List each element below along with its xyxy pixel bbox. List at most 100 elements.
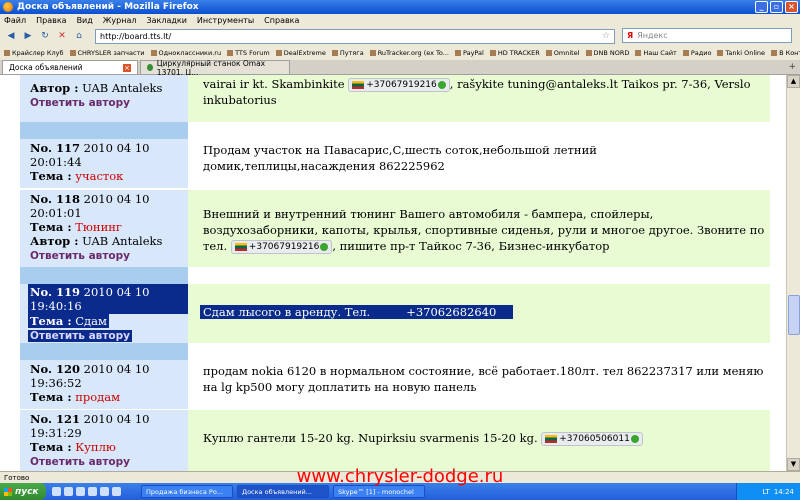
separator [20, 122, 188, 139]
stop-icon[interactable]: ✕ [55, 29, 69, 43]
topic-value: Тюнинг [75, 220, 122, 234]
window-title: Доска объявлений - Mozilla Firefox [17, 2, 199, 12]
firefox-icon [3, 2, 13, 12]
topic-value: продам [75, 390, 121, 404]
bookmark-icon [150, 50, 157, 56]
phone-number[interactable]: +37062682640 [406, 305, 496, 319]
author-label: Автор : [30, 81, 79, 95]
back-icon[interactable]: ◀ [4, 29, 18, 43]
quicklaunch-icon[interactable] [52, 487, 61, 496]
bookmark-item[interactable]: Крайслер Клуб [4, 49, 64, 57]
topic-value: участок [75, 169, 124, 183]
post-number: No. 117 [30, 141, 80, 155]
menu-help[interactable]: Справка [264, 16, 299, 25]
bookmark-item[interactable]: Одноклассники.ru [150, 49, 221, 57]
bookmark-item[interactable]: PayPal [454, 49, 484, 57]
post-meta: No. 120 2010 04 10 19:36:52 Тема : прода… [20, 360, 188, 409]
bookmark-item[interactable]: Путяга [331, 49, 364, 57]
menu-view[interactable]: Вид [77, 16, 93, 25]
yandex-logo-icon: Я [627, 31, 634, 40]
reply-to-author-link[interactable]: Ответить автору [30, 250, 130, 262]
language-indicator[interactable]: LT [763, 488, 770, 496]
lithuania-flag-icon [545, 434, 558, 443]
bookmark-icon [331, 50, 338, 56]
tab-label: Доска объявлений [9, 63, 83, 72]
post-body: Продам участок на Павасарис,С,шесть сото… [188, 139, 770, 188]
bookmark-icon [545, 50, 552, 56]
menu-history[interactable]: Журнал [103, 16, 137, 25]
page-content: Автор : UAB Antaleks Ответить автору vai… [0, 75, 800, 471]
separator [20, 343, 188, 360]
search-placeholder: Яндекс [637, 31, 668, 40]
call-icon[interactable] [320, 242, 329, 251]
bookmark-item[interactable]: TTS Forum [227, 49, 270, 57]
bookmark-item[interactable]: CHRYSLER запчасти [69, 49, 145, 57]
vertical-scrollbar[interactable]: ▲ ▼ [786, 75, 800, 471]
post-body: продам nokia 6120 в нормальном состояние… [188, 360, 770, 409]
close-tab-icon[interactable]: × [123, 63, 131, 72]
navigation-toolbar: ◀ ▶ ↻ ✕ ⌂ http://board.tts.lt/ ☆ Я Яндек… [0, 26, 800, 46]
quick-launch [52, 487, 121, 496]
maximize-button[interactable]: ▫ [770, 1, 783, 13]
topic-label: Тема : [30, 390, 72, 404]
new-tab-icon[interactable]: + [788, 62, 796, 72]
menu-edit[interactable]: Правка [36, 16, 66, 25]
bookmark-star-icon[interactable]: ☆ [602, 31, 610, 41]
menu-bar: Файл Правка Вид Журнал Закладки Инструме… [0, 14, 800, 26]
author-label: Автор : [30, 234, 79, 248]
home-icon[interactable]: ⌂ [72, 29, 86, 43]
minimize-button[interactable]: _ [755, 1, 768, 13]
bookmark-icon [771, 50, 778, 56]
tab-omax[interactable]: Циркулярный станок Omax 13701. Ц... [140, 59, 290, 77]
call-icon[interactable] [630, 434, 639, 443]
phone-badge[interactable]: +37067919216 [230, 240, 333, 254]
quicklaunch-icon[interactable] [100, 487, 109, 496]
tab-board[interactable]: Доска объявлений × [2, 60, 138, 74]
post-meta: Автор : UAB Antaleks Ответить автору [20, 75, 188, 122]
menu-file[interactable]: Файл [4, 16, 26, 25]
bookmark-item[interactable]: RuTracker.org (ex To... [369, 49, 449, 57]
post-body: Сдам лысого в аренду. Тел. +37062682640 [188, 284, 770, 343]
bookmark-item[interactable]: Omnitel [545, 49, 580, 57]
bookmark-icon [635, 50, 642, 56]
scroll-thumb[interactable] [788, 295, 800, 335]
topic-label: Тема : [30, 220, 72, 234]
reply-to-author-link[interactable]: Ответить автору [30, 97, 130, 109]
clock: 14:24 [773, 487, 794, 496]
bookmark-item[interactable]: HD TRACKER [489, 49, 540, 57]
post-number: No. 118 [30, 192, 80, 206]
bookmark-item[interactable]: В Контакте | Иван М... [771, 49, 800, 57]
phone-badge[interactable]: +37067919216 [348, 78, 450, 92]
bookmark-item[interactable]: Tanki Online [717, 49, 765, 57]
address-bar[interactable]: http://board.tts.lt/ ☆ [95, 28, 615, 44]
bookmark-item[interactable]: DNB NORD [585, 49, 629, 57]
quicklaunch-icon[interactable] [64, 487, 73, 496]
bookmark-item[interactable]: Радио [682, 49, 711, 57]
bookmark-icon [227, 50, 234, 56]
search-input[interactable]: Я Яндекс [622, 28, 792, 43]
scroll-up-icon[interactable]: ▲ [787, 75, 800, 88]
bookmark-icon [585, 50, 592, 56]
reload-icon[interactable]: ↻ [38, 29, 52, 43]
bookmark-item[interactable]: DealExtreme [275, 49, 326, 57]
call-icon[interactable] [437, 80, 446, 89]
author-name: UAB Antaleks [82, 81, 163, 95]
bookmark-item[interactable]: Наш Сайт [635, 49, 677, 57]
post-body: Куплю гантели 15-20 kg. Nupirksiu svarme… [188, 410, 770, 471]
reply-to-author-link[interactable]: Ответить автору [28, 330, 132, 342]
bookmark-icon [369, 50, 376, 56]
quicklaunch-icon[interactable] [112, 487, 121, 496]
phone-badge[interactable]: +37060506011 [541, 432, 643, 446]
post-meta: No. 119 2010 04 10 19:40:16 Тема : Сдам … [20, 284, 188, 343]
quicklaunch-icon[interactable] [88, 487, 97, 496]
post-text: , пишите пр-т Тайкос 7-36, Бизнес-инкуба… [332, 239, 610, 253]
topic-label: Тема : [30, 169, 72, 183]
post-text: vairai ir kt. Skambinkite [203, 77, 345, 91]
watermark: www.chrysler-dodge.ru [296, 466, 504, 487]
forward-icon[interactable]: ▶ [21, 29, 35, 43]
menu-tools[interactable]: Инструменты [197, 16, 254, 25]
menu-bookmarks[interactable]: Закладки [146, 16, 186, 25]
bookmark-icon [275, 50, 282, 56]
close-window-button[interactable]: × [785, 1, 798, 13]
quicklaunch-icon[interactable] [76, 487, 85, 496]
